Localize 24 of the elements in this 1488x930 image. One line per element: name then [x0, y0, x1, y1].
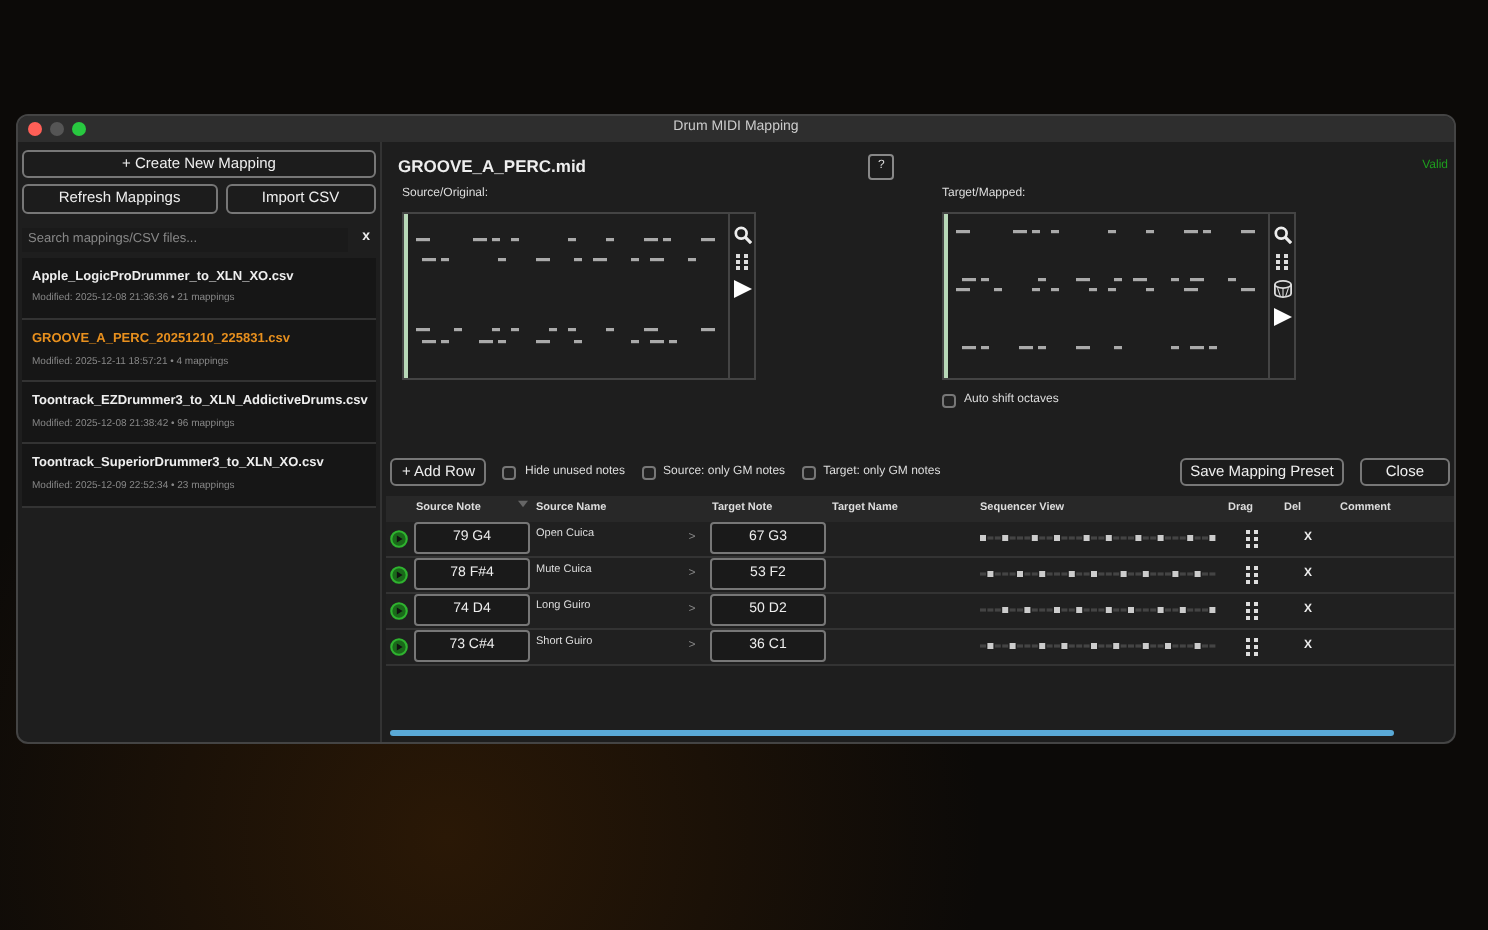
sort-icon[interactable]: [518, 500, 528, 509]
search-icon[interactable]: [1273, 226, 1291, 244]
drag-handle-icon[interactable]: [1246, 637, 1258, 655]
drag-handle-icon[interactable]: [1246, 529, 1258, 547]
checkbox[interactable]: [942, 394, 956, 408]
drum-icon[interactable]: [1273, 280, 1291, 298]
play-icon[interactable]: [1273, 308, 1291, 326]
close-icon[interactable]: [28, 122, 42, 136]
file-title: GROOVE_A_PERC.mid: [398, 154, 586, 180]
play-icon[interactable]: [390, 529, 408, 547]
play-icon[interactable]: [733, 280, 751, 298]
play-icon[interactable]: [390, 565, 408, 583]
grid-dots-icon[interactable]: [736, 254, 748, 270]
drag-handle-icon[interactable]: [1246, 601, 1258, 619]
search-icon[interactable]: [733, 226, 751, 244]
checkbox[interactable]: [641, 465, 656, 480]
play-icon[interactable]: [390, 637, 408, 655]
play-icon[interactable]: [390, 601, 408, 619]
checkbox[interactable]: [801, 465, 816, 480]
drag-handle-icon[interactable]: [1246, 565, 1258, 583]
zoom-icon[interactable]: [72, 122, 86, 136]
scroll-bar[interactable]: [390, 730, 1394, 736]
checkbox[interactable]: [502, 465, 517, 480]
grid-dots-icon[interactable]: [1276, 254, 1288, 270]
